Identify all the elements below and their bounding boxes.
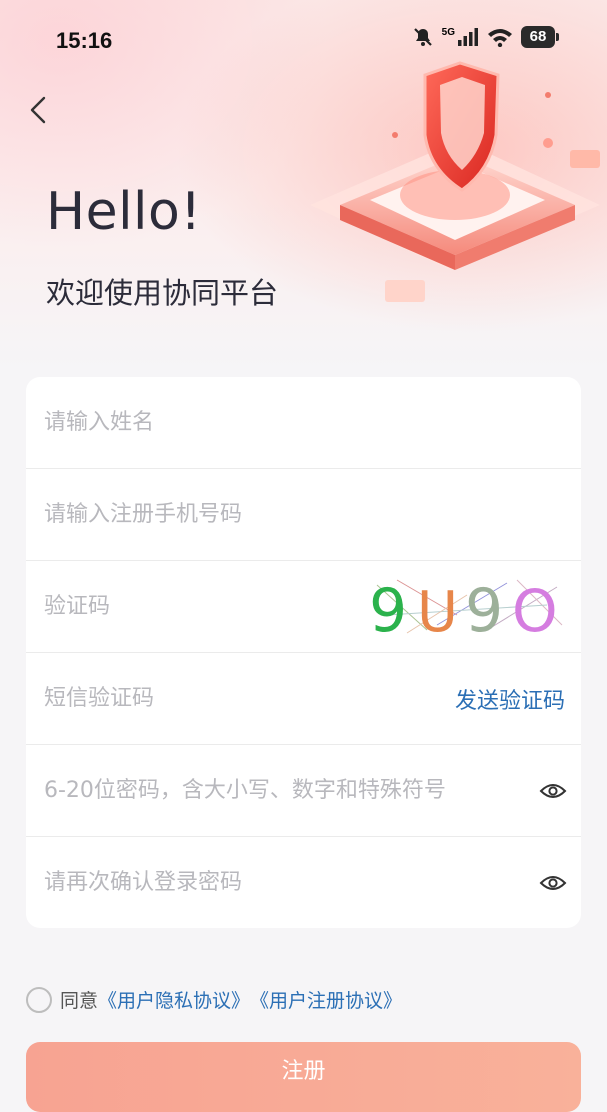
agreement-row: 同意 《用户隐私协议》 《用户注册协议》	[26, 986, 402, 1013]
bell-off-icon	[413, 28, 432, 46]
network-label: 5G	[441, 26, 455, 38]
back-button[interactable]	[24, 92, 56, 128]
register-button[interactable]: 注册	[26, 1042, 581, 1112]
captcha-image[interactable]: 9 U 9 O	[367, 575, 567, 637]
wifi-icon	[488, 29, 512, 47]
chevron-left-icon	[30, 96, 46, 124]
name-input[interactable]	[42, 391, 565, 454]
captcha-char: U	[417, 580, 458, 637]
captcha-char: 9	[465, 576, 503, 637]
password-input[interactable]	[42, 759, 565, 822]
captcha-char: 9	[369, 576, 407, 637]
eye-icon[interactable]	[539, 781, 567, 801]
phone-input[interactable]	[42, 483, 565, 546]
agree-prefix: 同意	[60, 990, 99, 1012]
send-code-button[interactable]: 发送验证码	[455, 683, 565, 715]
status-time: 15:16	[56, 28, 113, 53]
eye-icon[interactable]	[539, 873, 567, 893]
page-subtitle: 欢迎使用协同平台	[46, 276, 279, 310]
confirm-password-input[interactable]	[42, 851, 565, 914]
name-row	[26, 377, 581, 469]
captcha-row: 9 U 9 O	[26, 561, 581, 653]
captcha-char: O	[512, 577, 558, 637]
privacy-policy-link[interactable]: 《用户隐私协议》	[98, 986, 250, 1013]
battery-indicator: 68	[521, 26, 559, 48]
signal-icon	[458, 28, 478, 46]
status-icons: 5G 68	[412, 26, 559, 48]
agree-checkbox[interactable]	[26, 986, 52, 1013]
security-shield-illustration	[310, 61, 600, 302]
registration-form: 9 U 9 O 发送验证码	[26, 377, 581, 928]
confirm-password-row	[26, 837, 581, 928]
sms-row: 发送验证码	[26, 653, 581, 745]
register-agreement-link[interactable]: 《用户注册协议》	[250, 986, 402, 1013]
phone-row	[26, 469, 581, 561]
page-title: Hello!	[46, 182, 202, 242]
password-row	[26, 745, 581, 837]
